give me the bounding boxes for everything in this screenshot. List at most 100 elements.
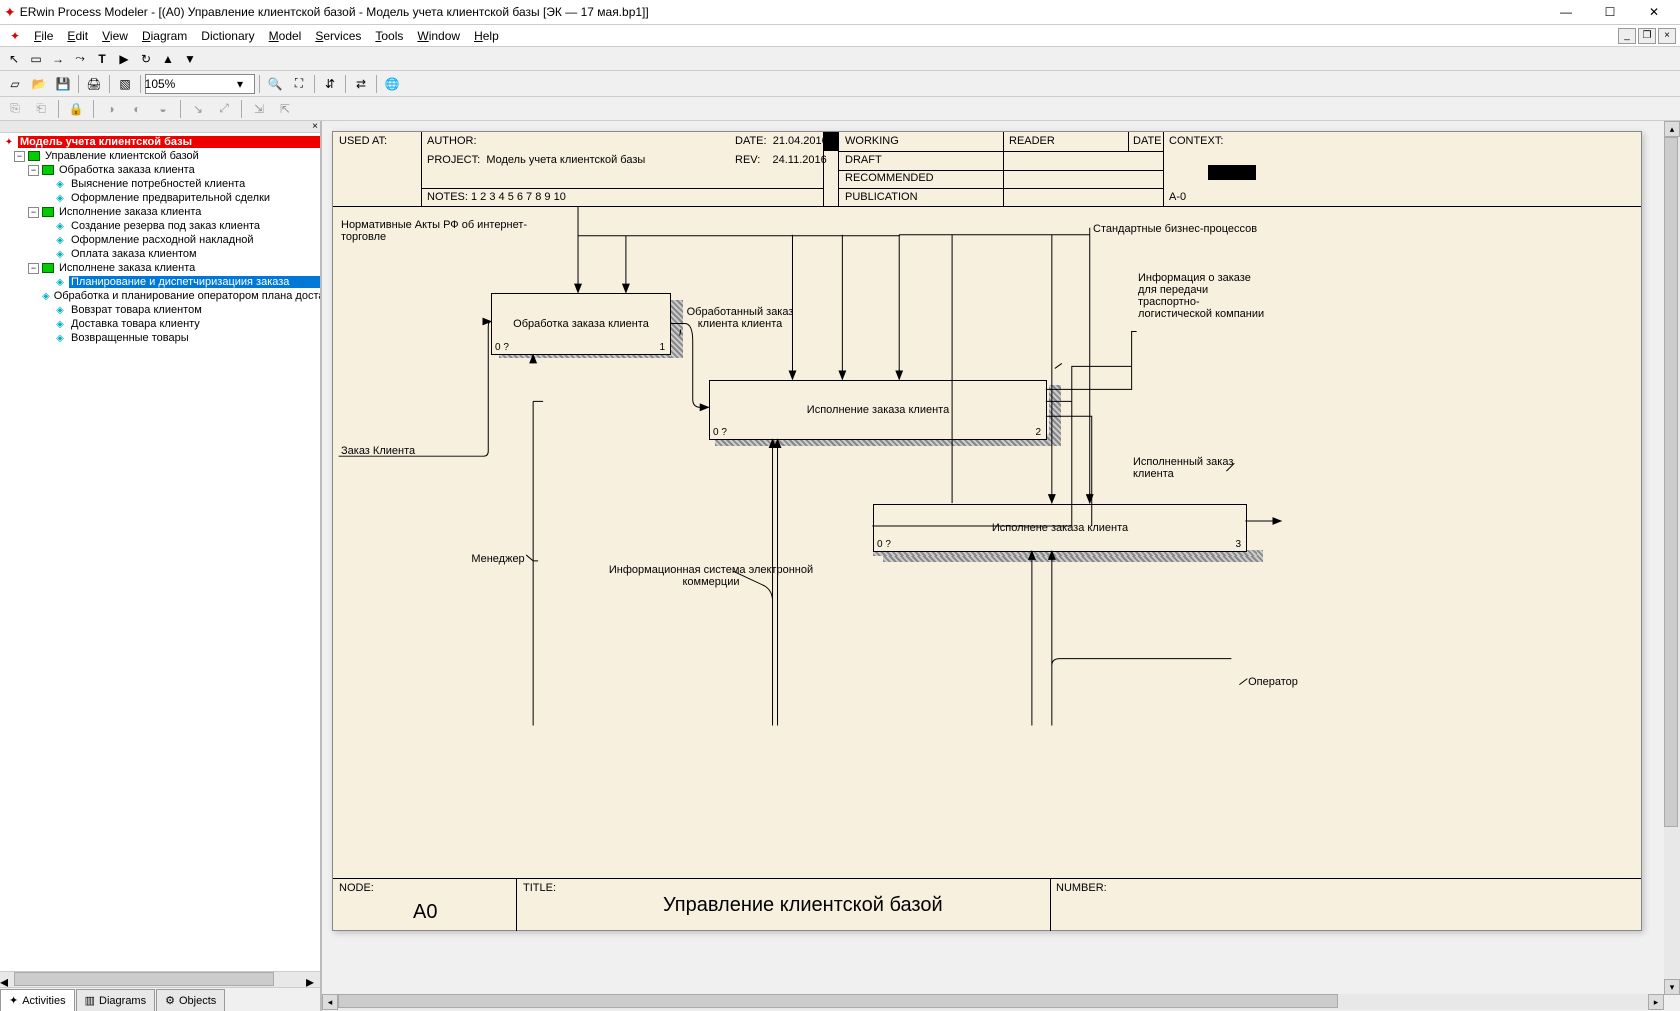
objects-icon: ⚙ (165, 994, 175, 1007)
mdi-minimize[interactable]: _ (1618, 28, 1636, 44)
context-box (1208, 165, 1256, 180)
toolbar-main: ▱ 📂 💾 🖨 ▧ 105%▾ 🔍 ⛶ ⇵ ⇄ 🌐 (0, 71, 1680, 97)
box-tool-icon[interactable]: ▭ (26, 49, 46, 69)
link-icon[interactable]: ⇄ (350, 73, 372, 95)
label-order: Заказ Клиента (341, 445, 421, 457)
t3-6-icon[interactable]: ↘ (187, 99, 209, 119)
leaf-icon: ◈ (53, 332, 67, 344)
menu-edit[interactable]: Edit (61, 27, 94, 45)
menu-view[interactable]: View (96, 27, 134, 45)
t3-4-icon[interactable]: ◐ (126, 99, 148, 119)
menu-window[interactable]: Window (411, 27, 466, 45)
up-tool-icon[interactable]: ▲ (158, 49, 178, 69)
close-button[interactable]: ✕ (1632, 0, 1676, 24)
leaf-icon: ◈ (53, 192, 67, 204)
expand-icon[interactable]: − (28, 263, 39, 274)
lock-icon[interactable]: 🔒 (65, 99, 87, 119)
diagrams-icon: ▥ (85, 994, 95, 1007)
t3-7-icon[interactable]: ⤢ (213, 99, 235, 119)
sidebar-tabs: ✦Activities ▥Diagrams ⚙Objects (0, 987, 320, 1011)
activity-box-2[interactable]: Исполнение заказа клиента 0 ?2 (709, 380, 1047, 440)
pointer-tool-icon[interactable]: ↖ (4, 49, 24, 69)
expand-icon[interactable]: − (28, 207, 39, 218)
sidebar-close-icon[interactable]: × (312, 121, 318, 132)
leaf-icon: ◈ (53, 318, 67, 330)
t3-8-icon[interactable]: ⇲ (248, 99, 270, 119)
menu-services[interactable]: Services (309, 27, 367, 45)
expand-icon[interactable]: − (28, 165, 39, 176)
print-icon[interactable]: 🖨 (83, 73, 105, 95)
open-icon[interactable]: 📂 (28, 73, 50, 95)
leaf-icon: ◈ (53, 178, 67, 190)
label-executed-order: Исполненный заказ клиента (1133, 456, 1273, 480)
t3-1-icon[interactable]: ⎘ (4, 99, 26, 119)
activity-icon (42, 263, 54, 273)
leaf-icon: ◈ (53, 304, 67, 316)
titlebar: ✦ ERwin Process Modeler - [(A0) Управлен… (0, 0, 1680, 25)
activity-box-1[interactable]: Обработка заказа клиента 0 ?1 (491, 293, 671, 355)
activity-icon (42, 207, 54, 217)
t3-9-icon[interactable]: ⇱ (274, 99, 296, 119)
new-icon[interactable]: ▱ (4, 73, 26, 95)
play-tool-icon[interactable]: ▶ (114, 49, 134, 69)
zoom-in-icon[interactable]: 🔍 (264, 73, 286, 95)
sidebar: × ✦Модель учета клиентской базы −Управле… (0, 121, 322, 1011)
tab-diagrams[interactable]: ▥Diagrams (76, 989, 155, 1011)
t3-3-icon[interactable]: ◑ (100, 99, 122, 119)
sort-icon[interactable]: ⇵ (319, 73, 341, 95)
arrow-tool-icon[interactable]: → (48, 49, 68, 69)
t3-2-icon[interactable]: ⎗ (30, 99, 52, 119)
maximize-button[interactable]: ☐ (1588, 0, 1632, 24)
menu-file[interactable]: File (28, 27, 59, 45)
mdi-restore[interactable]: ❐ (1638, 28, 1656, 44)
leaf-icon: ◈ (53, 220, 67, 232)
text-tool-icon[interactable]: T (92, 49, 112, 69)
activity-box-3[interactable]: Исполнене заказа клиента 0 ?3 (873, 504, 1247, 552)
label-manager: Менеджер (463, 553, 533, 565)
label-operator: Оператор (1243, 676, 1303, 688)
activity-icon (28, 151, 40, 161)
tab-objects[interactable]: ⚙Objects (156, 989, 225, 1011)
idef0-header: USED AT: AUTHOR: PROJECT: Модель учета к… (333, 132, 1641, 207)
tree-h-scrollbar[interactable]: ◂▸ (0, 971, 320, 987)
mdi-close[interactable]: × (1658, 28, 1676, 44)
leaf-icon: ◈ (53, 248, 67, 260)
app-small-icon: ✦ (4, 27, 26, 45)
junction-tool-icon[interactable]: ⤳ (70, 49, 90, 69)
toolbar-shapes: ↖ ▭ → ⤳ T ▶ ↻ ▲ ▼ (0, 47, 1680, 71)
leaf-icon: ◈ (42, 290, 50, 302)
label-standard-proc: Стандартные бизнес-процессов (1093, 223, 1293, 235)
tab-activities[interactable]: ✦Activities (0, 989, 75, 1011)
canvas-v-scrollbar[interactable]: ▴ ▾ (1664, 121, 1680, 995)
activities-icon: ✦ (9, 994, 18, 1007)
minimize-button[interactable]: — (1544, 0, 1588, 24)
model-tree[interactable]: ✦Модель учета клиентской базы −Управлени… (0, 133, 320, 971)
zoom-fit-icon[interactable]: ⛶ (288, 73, 310, 95)
menu-help[interactable]: Help (468, 27, 505, 45)
menu-model[interactable]: Model (263, 27, 308, 45)
menubar: ✦ File Edit View Diagram Dictionary Mode… (0, 25, 1680, 47)
expand-icon[interactable]: − (14, 151, 25, 162)
world-icon[interactable]: 🌐 (381, 73, 403, 95)
leaf-icon: ◈ (53, 276, 67, 288)
menu-diagram[interactable]: Diagram (136, 27, 193, 45)
label-info-system: Информационная система электронной комме… (591, 564, 831, 588)
diagram-canvas[interactable]: USED AT: AUTHOR: PROJECT: Модель учета к… (322, 121, 1680, 1011)
toolbar-edit: ⎘ ⎗ 🔒 ◑ ◐ ◒ ↘ ⤢ ⇲ ⇱ (0, 97, 1680, 121)
zoom-combo[interactable]: 105%▾ (145, 74, 255, 94)
canvas-h-scrollbar[interactable]: ◂ ▸ (322, 994, 1664, 1010)
save-icon[interactable]: 💾 (52, 73, 74, 95)
diagram-page: USED AT: AUTHOR: PROJECT: Модель учета к… (332, 131, 1642, 931)
menu-tools[interactable]: Tools (369, 27, 409, 45)
label-top-control: Нормативные Акты РФ об интернет-торговле (341, 219, 561, 243)
t3-5-icon[interactable]: ◒ (152, 99, 174, 119)
idef0-footer: NODE: A0 TITLE: Управление клиентской ба… (333, 878, 1641, 930)
palette-icon[interactable]: ▧ (114, 73, 136, 95)
root-icon: ✦ (2, 136, 16, 148)
leaf-icon: ◈ (53, 234, 67, 246)
menu-dictionary[interactable]: Dictionary (195, 27, 260, 45)
label-info-order: Информация о заказе для передачи траспор… (1138, 272, 1268, 320)
down-tool-icon[interactable]: ▼ (180, 49, 200, 69)
window-title: ERwin Process Modeler - [(A0) Управление… (20, 5, 1544, 19)
refresh-tool-icon[interactable]: ↻ (136, 49, 156, 69)
